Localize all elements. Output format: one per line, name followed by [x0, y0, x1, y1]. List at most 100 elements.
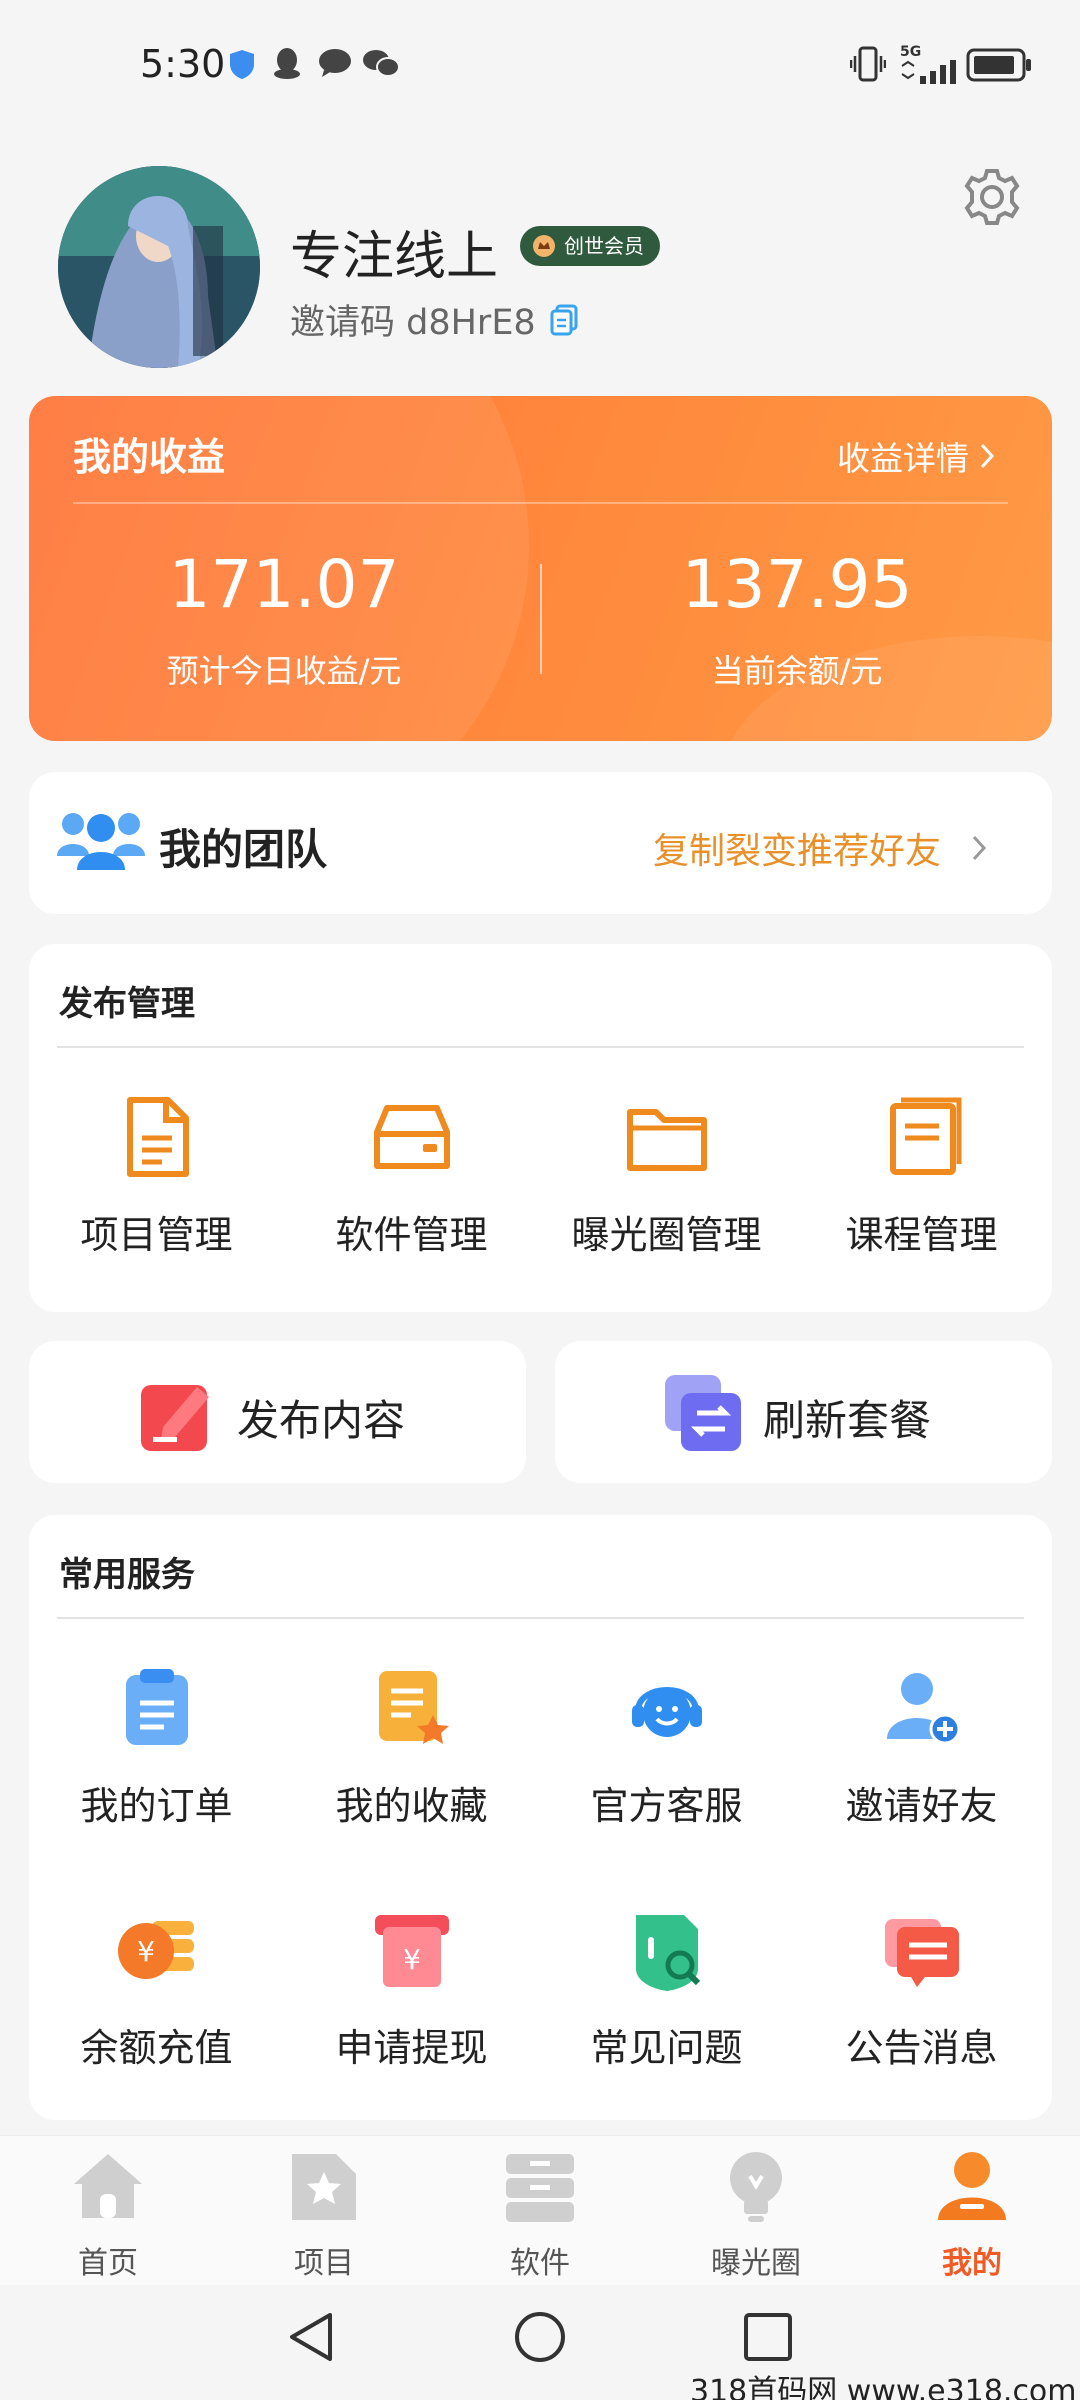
- earnings-detail-link[interactable]: 收益详情: [837, 432, 995, 480]
- faq-item[interactable]: 常见问题: [539, 1905, 794, 2072]
- tab-label: 曝光圈: [711, 2246, 801, 2281]
- message-icon: [319, 49, 351, 77]
- tab-mine[interactable]: 我的: [864, 2136, 1080, 2282]
- tab-project[interactable]: 项目: [216, 2136, 432, 2282]
- invite-friends-item[interactable]: 邀请好友: [794, 1663, 1049, 1830]
- tab-software[interactable]: 软件: [432, 2136, 648, 2282]
- network-label: 5G: [900, 44, 922, 60]
- crown-icon: [533, 235, 555, 257]
- swap-icon: [665, 1375, 741, 1451]
- item-label: 我的收藏: [335, 1784, 488, 1828]
- exposure-management-item[interactable]: 曝光圈管理: [539, 1092, 794, 1259]
- edit-icon: [141, 1385, 209, 1451]
- item-label: 课程管理: [845, 1213, 998, 1257]
- item-label: 常见问题: [590, 2026, 743, 2070]
- tab-label: 项目: [294, 2246, 354, 2281]
- avatar[interactable]: [58, 166, 260, 368]
- software-management-item[interactable]: 软件管理: [284, 1092, 539, 1259]
- drive-icon: [373, 1105, 450, 1169]
- my-orders-item[interactable]: 我的订单: [29, 1663, 284, 1830]
- order-icon: [125, 1669, 188, 1745]
- refresh-plan-button[interactable]: 刷新套餐: [555, 1341, 1052, 1483]
- chevron-right-icon: [972, 835, 987, 861]
- project-management-item[interactable]: 项目管理: [29, 1092, 284, 1259]
- tab-label: 软件: [510, 2246, 570, 2281]
- item-label: 公告消息: [845, 2026, 998, 2070]
- qq-icon: [274, 48, 300, 79]
- book-icon: [889, 1097, 961, 1175]
- item-label: 邀请好友: [845, 1784, 998, 1828]
- publish-management-card: 发布管理 项目管理 软件管理 曝光圈管理 课程管理: [29, 944, 1052, 1312]
- avatar-image: [58, 166, 260, 368]
- my-team-card[interactable]: 我的团队 复制裂变推荐好友: [29, 772, 1052, 914]
- balance-recharge-item[interactable]: ¥ 余额充值: [29, 1905, 284, 2072]
- publish-content-button[interactable]: 发布内容: [29, 1341, 526, 1483]
- recents-icon[interactable]: [742, 2311, 794, 2363]
- section-title: 常用服务: [59, 1555, 195, 1595]
- today-earnings-value: 171.07: [168, 546, 400, 623]
- document-icon: [126, 1097, 189, 1177]
- svg-text:¥: ¥: [403, 1943, 421, 1976]
- copy-icon[interactable]: [550, 304, 578, 336]
- divider: [540, 564, 542, 674]
- faq-icon: [635, 1915, 700, 1991]
- divider: [57, 1046, 1024, 1048]
- course-management-item[interactable]: 课程管理: [794, 1092, 1049, 1259]
- clock: 5:30: [140, 42, 226, 86]
- headset-icon: [631, 1687, 702, 1737]
- invite-user-icon: [886, 1673, 960, 1745]
- signal-icon: [901, 60, 956, 84]
- tab-exposure[interactable]: 曝光圈: [648, 2136, 864, 2282]
- item-label: 软件管理: [335, 1213, 488, 1257]
- item-label: 曝光圈管理: [571, 1213, 762, 1257]
- wechat-icon: [363, 50, 400, 77]
- back-icon[interactable]: [284, 2309, 338, 2365]
- status-bar: 5:30 5G: [0, 0, 1080, 130]
- item-label: 余额充值: [80, 2026, 233, 2070]
- announcement-item[interactable]: 公告消息: [794, 1905, 1049, 2072]
- referral-label: 复制裂变推荐好友: [653, 831, 942, 872]
- today-earnings-label: 预计今日收益/元: [166, 652, 402, 690]
- username: 专注线上: [290, 227, 499, 287]
- invite-code: 邀请码 d8HrE8: [290, 303, 536, 343]
- tab-label: 我的: [942, 2246, 1002, 2281]
- recharge-icon: ¥: [117, 1921, 194, 1979]
- svg-text:¥: ¥: [137, 1935, 155, 1968]
- apply-withdraw-item[interactable]: ¥ 申请提现: [284, 1905, 539, 2072]
- my-favorites-item[interactable]: 我的收藏: [284, 1663, 539, 1830]
- battery-icon: [966, 48, 1031, 82]
- bottom-tab-bar: 首页 项目 软件 曝光圈 我的: [0, 2135, 1080, 2285]
- shield-icon: [230, 50, 254, 79]
- tab-home[interactable]: 首页: [0, 2136, 216, 2282]
- divider: [73, 502, 1008, 504]
- home-icon: [74, 2154, 142, 2218]
- badge-label: 创世会员: [564, 234, 644, 258]
- item-label: 申请提现: [335, 2026, 488, 2070]
- item-label: 我的订单: [80, 1784, 233, 1828]
- team-icon: [57, 813, 145, 870]
- notice-icon: [884, 1919, 959, 1987]
- item-label: 项目管理: [80, 1213, 233, 1257]
- copy-referral-link[interactable]: 复制裂变推荐好友: [653, 822, 987, 874]
- publish-content-label: 发布内容: [237, 1396, 406, 1445]
- earnings-card: 我的收益 收益详情 171.07 预计今日收益/元 137.95 当前余额/元: [29, 396, 1052, 741]
- item-label: 官方客服: [590, 1784, 743, 1828]
- watermark: 318首码网 www.e318.com: [690, 2374, 1077, 2400]
- official-support-item[interactable]: 官方客服: [539, 1663, 794, 1830]
- invite-code-row: 邀请码 d8HrE8: [290, 294, 578, 345]
- section-title: 发布管理: [59, 984, 195, 1024]
- divider: [57, 1617, 1024, 1619]
- vibrate-icon: [850, 46, 886, 82]
- earnings-detail-label: 收益详情: [837, 439, 969, 478]
- profile-icon: [938, 2152, 1006, 2220]
- project-icon: [292, 2154, 356, 2220]
- folder-icon: [626, 1109, 707, 1171]
- withdraw-icon: ¥: [374, 1915, 449, 1987]
- software-icon: [506, 2154, 574, 2222]
- gear-icon[interactable]: [960, 165, 1024, 229]
- chevron-right-icon: [980, 443, 995, 469]
- team-title: 我的团队: [159, 825, 328, 874]
- member-badge: 创世会员: [520, 226, 660, 266]
- earnings-title: 我的收益: [73, 435, 226, 479]
- home-circle-icon[interactable]: [512, 2309, 568, 2365]
